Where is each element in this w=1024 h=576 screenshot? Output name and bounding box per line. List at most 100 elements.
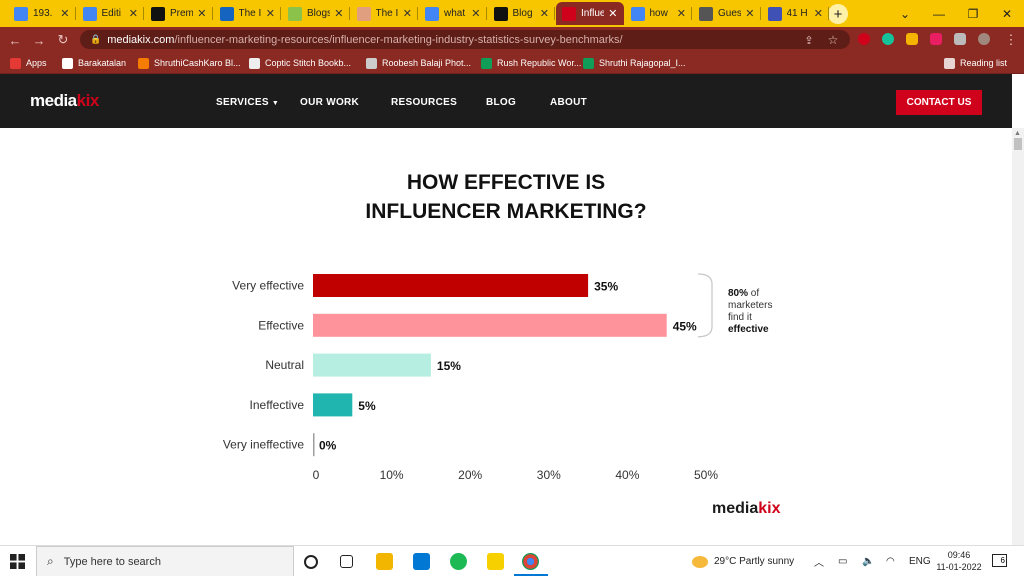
- tab-close-icon[interactable]: ✕: [745, 7, 754, 20]
- browser-tab[interactable]: Prem ✕: [145, 2, 213, 25]
- bookmark-item[interactable]: ShruthiCashKaro Bl...: [138, 56, 241, 70]
- tab-close-icon[interactable]: ✕: [60, 7, 69, 20]
- tab-close-icon[interactable]: ✕: [471, 7, 480, 20]
- browser-tab[interactable]: how ✕: [625, 2, 692, 25]
- cortana-icon[interactable]: [304, 555, 318, 569]
- taskbar-search-placeholder: Type here to search: [63, 555, 161, 568]
- battery-icon[interactable]: ▭: [838, 546, 847, 576]
- tab-close-icon[interactable]: ✕: [608, 7, 617, 20]
- menu-kebab-icon[interactable]: ⋮: [1002, 31, 1020, 49]
- bookmark-favicon-icon: [249, 57, 260, 69]
- nav-about[interactable]: ABOUT: [550, 97, 587, 108]
- extension-red-icon[interactable]: [858, 33, 870, 45]
- tab-title: Editi: [101, 8, 121, 19]
- tab-close-icon[interactable]: ✕: [403, 7, 412, 20]
- annotation-line-2: marketers: [728, 300, 772, 311]
- browser-tab[interactable]: Editi ✕: [77, 2, 144, 25]
- doc-icon: [82, 6, 97, 21]
- browser-tab[interactable]: Gues ✕: [693, 2, 761, 25]
- browser-tab[interactable]: what ✕: [419, 2, 487, 25]
- tab-close-icon[interactable]: ✕: [540, 7, 549, 20]
- screen: + ⌄ — ❐ ✕ 193. ✕ Editi ✕ Prem ✕ The I ✕ Blogs ✕ Th…: [0, 0, 1024, 576]
- tab-separator: [143, 7, 144, 20]
- show-hidden-icons-chevron-icon[interactable]: ︿: [814, 546, 824, 576]
- tab-title: The I: [375, 8, 399, 19]
- browser-tab[interactable]: 41 H ✕: [762, 2, 829, 25]
- chart-mediakix-logo: mediakix: [712, 500, 781, 517]
- bookmark-item[interactable]: Apps: [10, 56, 47, 70]
- tab-title: Blog: [512, 8, 533, 19]
- file-explorer-icon[interactable]: [376, 553, 393, 570]
- browser-tab[interactable]: 193. ✕: [8, 2, 76, 25]
- tab-close-icon[interactable]: ✕: [334, 7, 343, 20]
- reading-list-icon: [944, 57, 955, 69]
- clock[interactable]: 09:46 11-01-2022: [936, 549, 982, 573]
- annotation-line-1: 80% of: [728, 288, 759, 299]
- bookmark-item[interactable]: Shruthi Rajagopal_I...: [583, 56, 686, 70]
- scrollbar-thumb[interactable]: [1014, 138, 1022, 150]
- url-path: /influencer-marketing-resources/influenc…: [174, 33, 623, 46]
- notification-center-icon[interactable]: 6: [992, 554, 1007, 567]
- forward-arrow-icon[interactable]: →: [30, 31, 48, 49]
- sticky-notes-icon[interactable]: [487, 553, 504, 570]
- browser-tab[interactable]: The I ✕: [351, 2, 418, 25]
- browser-tab[interactable]: The I ✕: [214, 2, 281, 25]
- tab-close-icon[interactable]: ✕: [677, 7, 686, 20]
- category-label: Ineffective: [250, 398, 305, 412]
- url-input[interactable]: 🔒 mediakix.com/influencer-marketing-reso…: [80, 30, 850, 49]
- reading-list-button[interactable]: Reading list: [944, 56, 1007, 70]
- tab-search-icon[interactable]: ⌄: [888, 0, 922, 27]
- browser-tab[interactable]: Blog ✕: [488, 2, 555, 25]
- extensions-puzzle-icon[interactable]: [954, 33, 966, 45]
- extension-yellow-icon[interactable]: [906, 33, 918, 45]
- bookmark-item[interactable]: Roobesh Balaji Phot...: [366, 56, 471, 70]
- tab-title: 193.: [33, 8, 53, 19]
- tab-close-icon[interactable]: ✕: [814, 7, 823, 20]
- scroll-up-arrow-icon[interactable]: ▲: [1014, 130, 1021, 137]
- close-window-button[interactable]: ✕: [990, 0, 1024, 27]
- bookmark-item[interactable]: Coptic Stitch Bookb...: [249, 56, 351, 70]
- wifi-icon[interactable]: ◠: [886, 546, 895, 576]
- new-tab-button[interactable]: +: [828, 4, 848, 24]
- tab-separator: [828, 7, 829, 20]
- weather-widget[interactable]: 29°C Partly sunny: [692, 546, 794, 576]
- browser-tab[interactable]: Blogs ✕: [282, 2, 350, 25]
- back-arrow-icon[interactable]: ←: [6, 31, 24, 49]
- taskbar-search[interactable]: ⌕ Type here to search: [36, 546, 294, 576]
- nav-services[interactable]: SERVICES ▼: [216, 97, 279, 108]
- bookmark-favicon-icon: [138, 57, 149, 69]
- x-tick-label: 20%: [458, 468, 482, 482]
- language-indicator[interactable]: ENG: [909, 546, 931, 576]
- nav-blog[interactable]: BLOG: [486, 97, 516, 108]
- share-icon[interactable]: ⇪: [800, 31, 818, 49]
- nav-resources[interactable]: RESOURCES: [391, 97, 457, 108]
- google-icon: [630, 6, 645, 21]
- tab-separator: [554, 7, 555, 20]
- bookmark-item[interactable]: Barakatalan: [62, 56, 126, 70]
- mediakix-logo[interactable]: mediakix: [30, 91, 99, 111]
- tab-close-icon[interactable]: ✕: [266, 7, 275, 20]
- browser-tab[interactable]: Influe ✕: [556, 2, 624, 25]
- contact-us-button[interactable]: CONTACT US: [896, 90, 982, 115]
- reload-icon[interactable]: ↻: [54, 31, 72, 49]
- store-icon[interactable]: [413, 553, 430, 570]
- maximize-button[interactable]: ❐: [956, 0, 990, 27]
- volume-icon[interactable]: 🔈: [862, 546, 874, 576]
- bookmark-item[interactable]: Rush Republic Wor...: [481, 56, 581, 70]
- bookmark-favicon-icon: [366, 57, 377, 69]
- extension-pink-icon[interactable]: [930, 33, 942, 45]
- tab-close-icon[interactable]: ✕: [129, 7, 138, 20]
- windows-start-icon[interactable]: [10, 554, 25, 569]
- spotify-icon[interactable]: [450, 553, 467, 570]
- bookmark-star-icon[interactable]: ☆: [824, 31, 842, 49]
- tab-close-icon[interactable]: ✕: [197, 7, 206, 20]
- nav-our-work[interactable]: OUR WORK: [300, 97, 359, 108]
- bar: [313, 313, 667, 337]
- chrome-icon[interactable]: [522, 553, 539, 570]
- task-view-icon[interactable]: [340, 555, 353, 568]
- bookmarks-bar: Reading list Apps Barakatalan ShruthiCashK…: [0, 52, 1024, 74]
- minimize-button[interactable]: —: [922, 0, 956, 27]
- profile-avatar[interactable]: [978, 33, 990, 45]
- grammarly-icon[interactable]: [882, 33, 894, 45]
- page-scrollbar[interactable]: ▲: [1012, 128, 1024, 545]
